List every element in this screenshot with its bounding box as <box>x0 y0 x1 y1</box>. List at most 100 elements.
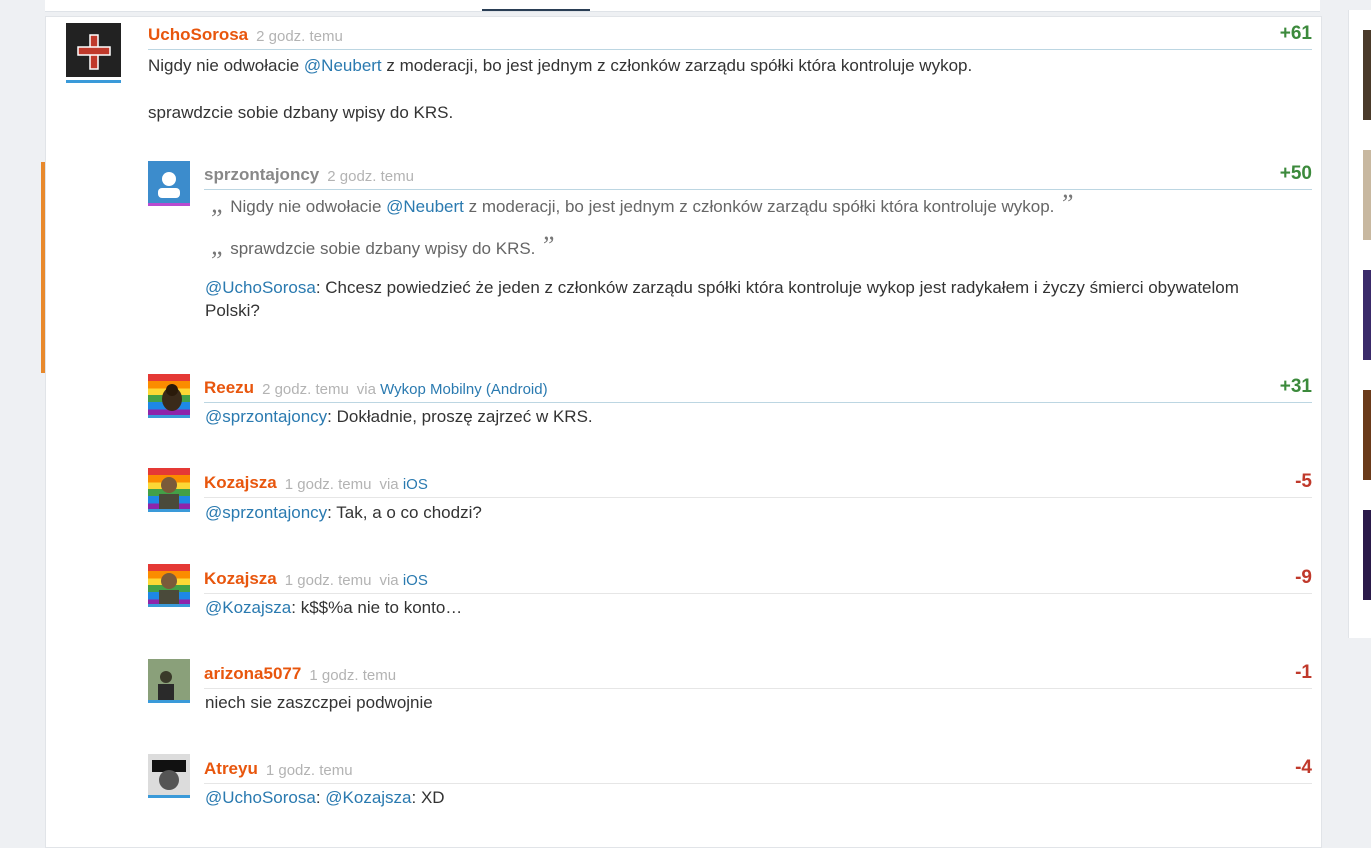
avatar-status-bar <box>148 700 190 703</box>
text: : Tak, a o co chodzi? <box>327 503 482 522</box>
sidebar-thumbnail[interactable] <box>1363 270 1371 360</box>
vote-score: -9 <box>1295 567 1312 588</box>
avatar[interactable] <box>148 374 190 416</box>
quote-block: „ sprawdzcie sobie dzbany wpisy do KRS. … <box>205 231 1305 260</box>
comment-header: UchoSorosa 2 godz. temu +61 <box>148 23 1312 50</box>
vote-score: -1 <box>1295 662 1312 683</box>
person-photo-icon <box>148 659 190 701</box>
comment-header: Kozajsza 1 godz. temu via iOS -5 <box>204 471 1312 498</box>
via-label: via <box>379 476 399 493</box>
open-quote-icon: „ <box>211 189 226 218</box>
text: sprawdzcie sobie dzbany wpisy do KRS. <box>230 239 536 258</box>
sidebar-thumbnail[interactable] <box>1363 30 1371 120</box>
comment-body: @sprzontajoncy: Dokładnie, proszę zajrze… <box>205 405 1305 428</box>
comment-header: Kozajsza 1 godz. temu via iOS -9 <box>204 567 1312 594</box>
text: : <box>315 788 326 807</box>
vote-score: +31 <box>1279 376 1312 397</box>
avatar[interactable] <box>148 564 190 606</box>
avatar[interactable] <box>148 161 190 203</box>
mention-link[interactable]: @UchoSorosa <box>205 788 316 807</box>
author-name[interactable]: Reezu <box>204 378 254 398</box>
via-app-link[interactable]: Wykop Mobilny (Android) <box>380 381 547 398</box>
text: niech sie zaszczpei podwojnie <box>205 693 433 712</box>
text: Polski? <box>205 301 260 320</box>
comment-header: Atreyu 1 godz. temu -4 <box>204 757 1312 784</box>
vote-score: +61 <box>1279 23 1312 44</box>
avatar-status-bar <box>148 604 190 607</box>
comment-body: @UchoSorosa: @Kozajsza: XD <box>205 786 1305 809</box>
mention-link[interactable]: @Neubert <box>304 56 382 75</box>
text: z moderacji, bo jest jednym z członków z… <box>463 197 1055 216</box>
sidebar-thumbnail[interactable] <box>1363 150 1371 240</box>
vote-score: -5 <box>1295 471 1312 492</box>
author-name[interactable]: arizona5077 <box>204 664 301 684</box>
active-tab-indicator <box>482 9 590 11</box>
timestamp[interactable]: 2 godz. temu <box>327 168 414 185</box>
open-quote-icon: „ <box>211 231 226 260</box>
text: : Chcesz powiedzieć że jeden z członków … <box>315 278 1239 297</box>
sidebar-thumbnail[interactable] <box>1363 510 1371 600</box>
mention-link[interactable]: @sprzontajoncy <box>205 503 327 522</box>
thread-highlight-bar <box>41 162 45 373</box>
avatar-status-bar <box>148 415 190 418</box>
via-label: via <box>356 381 376 398</box>
quote-block: „ Nigdy nie odwołacie @Neubert z moderac… <box>205 189 1305 218</box>
timestamp[interactable]: 1 godz. temu <box>285 572 372 589</box>
comment-body: @Kozajsza: k$$%a nie to konto… <box>205 596 1305 619</box>
via-source: via iOS <box>379 476 427 493</box>
comment-body: Nigdy nie odwołacie @Neubert z moderacji… <box>148 54 1308 124</box>
comments-card <box>45 16 1322 848</box>
comment-header: arizona5077 1 godz. temu -1 <box>204 662 1312 689</box>
comment-header: sprzontajoncy 2 godz. temu +50 <box>204 163 1312 190</box>
text: Nigdy nie odwołacie <box>148 56 304 75</box>
close-quote-icon: ” <box>1059 189 1074 218</box>
avatar-status-bar <box>148 509 190 512</box>
via-app-link[interactable]: iOS <box>403 476 428 493</box>
timestamp[interactable]: 1 godz. temu <box>266 762 353 779</box>
mention-link[interactable]: @Neubert <box>386 197 464 216</box>
timestamp[interactable]: 2 godz. temu <box>256 28 343 45</box>
vote-score: -4 <box>1295 757 1312 778</box>
avatar[interactable] <box>148 468 190 510</box>
author-name[interactable]: Kozajsza <box>204 569 277 589</box>
comment-body: niech sie zaszczpei podwojnie <box>205 691 1305 714</box>
right-sidebar <box>1348 10 1371 638</box>
text: : Dokładnie, proszę zajrzeć w KRS. <box>327 407 593 426</box>
timestamp[interactable]: 1 godz. temu <box>285 476 372 493</box>
text: : XD <box>411 788 445 807</box>
via-label: via <box>379 572 399 589</box>
avatar-status-bar <box>148 203 190 206</box>
timestamp[interactable]: 2 godz. temu <box>262 381 349 398</box>
person-photo-icon <box>159 477 179 510</box>
via-app-link[interactable]: iOS <box>403 572 428 589</box>
cat-photo-icon <box>148 754 190 796</box>
text: sprawdzcie sobie dzbany wpisy do KRS. <box>148 103 454 122</box>
author-name[interactable]: UchoSorosa <box>148 25 248 45</box>
mention-link[interactable]: @sprzontajoncy <box>205 407 327 426</box>
avatar-status-bar <box>66 80 121 83</box>
mention-link[interactable]: @Kozajsza <box>205 598 291 617</box>
avatar[interactable] <box>148 659 190 701</box>
via-source: via Wykop Mobilny (Android) <box>357 381 548 398</box>
author-name[interactable]: sprzontajoncy <box>204 165 319 185</box>
timestamp[interactable]: 1 godz. temu <box>309 667 396 684</box>
vote-score: +50 <box>1279 163 1312 184</box>
comment-header: Reezu 2 godz. temu via Wykop Mobilny (An… <box>204 376 1312 403</box>
person-photo-icon <box>159 573 179 606</box>
comment-body: @sprzontajoncy: Tak, a o co chodzi? <box>205 501 1305 524</box>
avatar[interactable] <box>66 23 121 77</box>
default-user-icon <box>148 161 190 203</box>
mention-link[interactable]: @UchoSorosa <box>205 278 316 297</box>
top-tab-strip <box>45 0 1320 12</box>
author-name[interactable]: Kozajsza <box>204 473 277 493</box>
sidebar-thumbnail[interactable] <box>1363 390 1371 480</box>
close-quote-icon: ” <box>540 231 555 260</box>
text: z moderacji, bo jest jednym z członków z… <box>381 56 973 75</box>
text: : k$$%a nie to konto… <box>291 598 463 617</box>
author-name[interactable]: Atreyu <box>204 759 258 779</box>
dog-photo-icon <box>162 384 182 411</box>
avatar[interactable] <box>148 754 190 796</box>
mention-link[interactable]: @Kozajsza <box>325 788 411 807</box>
text: Nigdy nie odwołacie <box>230 197 387 216</box>
comment-body: „ Nigdy nie odwołacie @Neubert z moderac… <box>205 189 1305 322</box>
